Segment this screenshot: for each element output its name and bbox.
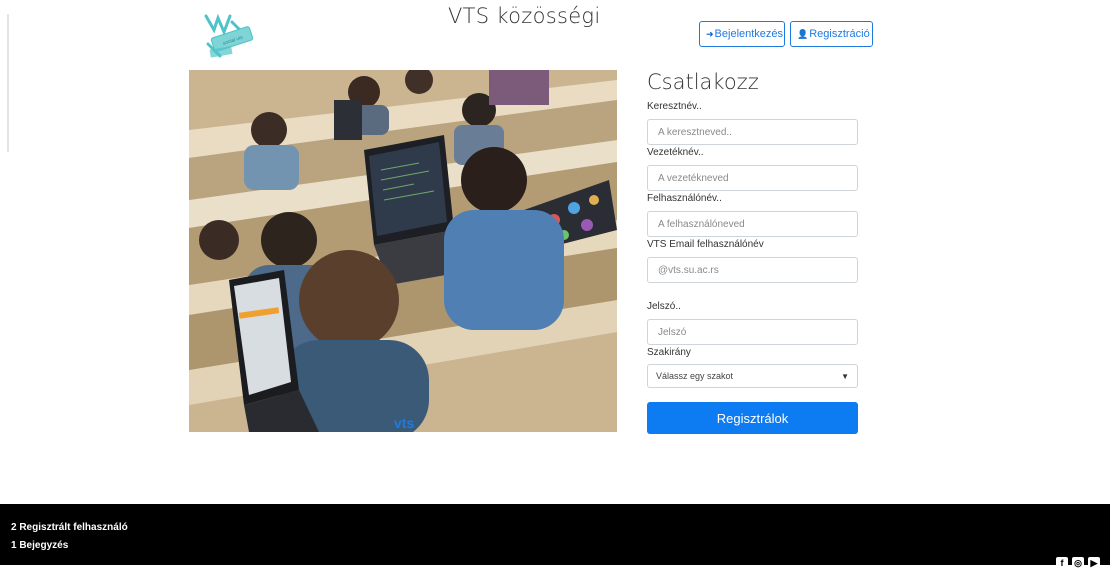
- chevron-down-icon: ▼: [841, 371, 849, 381]
- register-button-label: Regisztráció: [809, 28, 870, 40]
- svg-text:vts: vts: [394, 415, 414, 431]
- major-label: Szakirány: [647, 347, 691, 358]
- email-field[interactable]: [647, 257, 858, 283]
- username-field[interactable]: [647, 211, 858, 237]
- major-select-value: Válassz egy szakot: [656, 371, 734, 381]
- email-label: VTS Email felhasználónév: [647, 239, 764, 250]
- password-label: Jelszó..: [647, 301, 681, 312]
- posts-count: 1 Bejegyzés: [11, 540, 69, 551]
- login-button[interactable]: ➜ Bejelentkezés: [699, 21, 785, 47]
- form-title: Csatlakozz: [647, 70, 759, 94]
- lastname-label: Vezetéknév..: [647, 147, 704, 158]
- scrollbar[interactable]: [7, 14, 9, 152]
- facebook-icon[interactable]: f: [1056, 557, 1068, 569]
- social-links: f ◎ ▶: [1056, 557, 1100, 569]
- registered-users-count: 2 Regisztrált felhasználó: [11, 522, 128, 533]
- register-button[interactable]: 👤 Regisztráció: [790, 21, 873, 47]
- username-label: Felhasználónév..: [647, 193, 722, 204]
- login-button-label: Bejelentkezés: [714, 28, 784, 40]
- user-plus-icon: 👤: [797, 28, 809, 39]
- lastname-field[interactable]: [647, 165, 858, 191]
- site-logo[interactable]: social vts: [200, 10, 262, 62]
- firstname-label: Keresztnév..: [647, 101, 702, 112]
- page-title: VTS közösségi: [448, 4, 601, 28]
- major-select[interactable]: Válassz egy szakot ▼: [647, 364, 858, 388]
- sign-in-icon: ➜: [706, 28, 714, 39]
- hero-image: vts: [189, 70, 617, 432]
- youtube-icon[interactable]: ▶: [1088, 557, 1100, 569]
- register-submit-button[interactable]: Regisztrálok: [647, 402, 858, 434]
- firstname-field[interactable]: [647, 119, 858, 145]
- password-field[interactable]: [647, 319, 858, 345]
- instagram-icon[interactable]: ◎: [1072, 557, 1084, 569]
- footer: 2 Regisztrált felhasználó 1 Bejegyzés f …: [0, 504, 1110, 569]
